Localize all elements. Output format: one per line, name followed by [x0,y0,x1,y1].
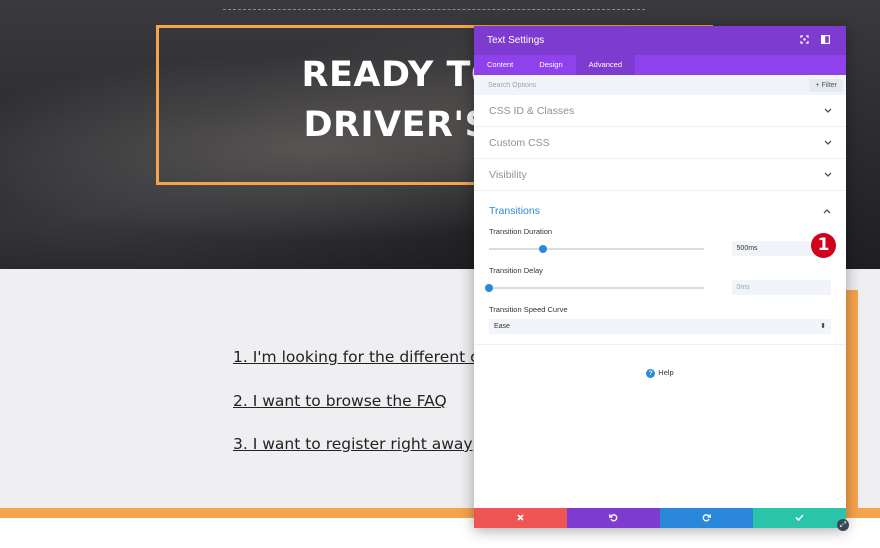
select-value: Ease [494,323,510,330]
section-custom-css[interactable]: Custom CSS [474,127,846,159]
chevron-up-icon [823,207,831,216]
chevron-down-icon [824,138,832,147]
tab-content[interactable]: Content [474,55,526,75]
tab-advanced[interactable]: Advanced [575,55,635,75]
panel-footer [474,508,846,528]
section-title: Custom CSS [489,136,550,149]
section-css-id-classes[interactable]: CSS ID & Classes [474,95,846,127]
select-arrows-icon: ⬍ [820,323,826,330]
filter-label: Filter [821,81,837,89]
section-visibility[interactable]: Visibility [474,159,846,191]
chevron-down-icon [824,170,832,179]
link-browse-faq[interactable]: 2. I want to browse the FAQ [233,392,447,410]
search-row: + Filter [474,75,846,95]
panel-title: Text Settings [487,35,545,46]
undo-icon [609,513,618,524]
transition-speed-curve-label: Transition Speed Curve [489,305,568,314]
transition-duration-row: 500ms [489,241,831,256]
save-button[interactable] [753,508,846,528]
close-icon [517,513,524,523]
chevron-down-icon [824,106,832,115]
section-title: CSS ID & Classes [489,104,575,117]
slider-handle[interactable] [485,283,493,292]
undo-button[interactable] [567,508,660,528]
transitions-header[interactable]: Transitions [489,205,831,217]
section-title: Visibility [489,168,527,181]
transition-speed-curve-select[interactable]: Ease ⬍ [489,319,831,334]
redo-button[interactable] [660,508,753,528]
cancel-button[interactable] [474,508,567,528]
search-options-input[interactable] [488,81,810,89]
help-link[interactable]: ? Help [474,368,846,378]
transition-delay-input[interactable]: 0ms [731,280,831,295]
transition-duration-slider[interactable] [489,244,704,253]
link-register[interactable]: 3. I want to register right away [233,435,473,453]
resize-icon[interactable]: ⤢ [837,519,849,531]
transition-delay-label: Transition Delay [489,266,543,275]
panel-tabs: Content Design Advanced [474,55,846,75]
link-different-courses[interactable]: 1. I'm looking for the different cou [233,348,498,366]
tab-design[interactable]: Design [526,55,575,75]
redo-icon [702,513,711,524]
transition-delay-slider[interactable] [485,283,704,292]
text-settings-panel: Text Settings Content Design Advanced + … [474,26,846,528]
hero-divider [223,9,645,10]
expand-icon[interactable] [796,35,812,46]
sidebar-icon[interactable] [817,35,833,46]
slider-handle[interactable] [538,244,547,253]
question-icon: ? [646,369,656,378]
step-number-badge: 1 [811,233,836,258]
transitions-title: Transitions [489,205,540,217]
transition-duration-label: Transition Duration [489,227,553,236]
check-icon [795,513,804,523]
help-label: Help [658,368,674,377]
orange-side-accent [845,290,858,515]
transition-delay-row: 0ms [485,280,831,295]
section-transitions: Transitions Transition Duration 500ms Tr… [474,191,846,345]
panel-header: Text Settings [474,26,846,55]
filter-button[interactable]: + Filter [809,78,843,92]
